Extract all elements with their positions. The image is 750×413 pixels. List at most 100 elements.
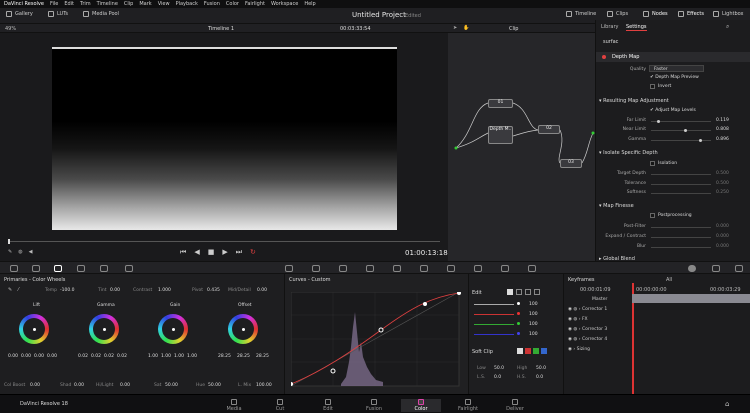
keyframe-filter-dropdown[interactable]: All — [666, 277, 672, 283]
gamma-puck[interactable] — [103, 328, 106, 331]
depth-map-header[interactable]: Depth Map — [596, 52, 750, 62]
clips-button[interactable]: Clips — [607, 11, 628, 17]
key-icon[interactable] — [474, 265, 482, 272]
menu-item[interactable]: Edit — [64, 1, 74, 7]
tint-value[interactable]: 0.00 — [110, 288, 120, 293]
menu-item[interactable]: Workspace — [271, 1, 298, 7]
eye-icon[interactable]: ◉ ◍ › — [568, 327, 582, 332]
enable-dot-icon[interactable] — [602, 55, 606, 59]
speaker-icon[interactable]: ◀ — [29, 249, 33, 255]
camera-raw-icon[interactable] — [32, 265, 40, 272]
curves-graph[interactable] — [291, 292, 461, 388]
lightbox-button[interactable]: Lightbox — [713, 11, 744, 17]
zoom-dropdown[interactable]: 49% — [5, 26, 16, 32]
color-picker-icon[interactable] — [10, 265, 18, 272]
lift-puck[interactable] — [33, 328, 36, 331]
eye-icon[interactable]: ◉ ◍ › — [568, 317, 582, 322]
softness-slider[interactable] — [651, 193, 711, 194]
curve-point[interactable] — [330, 368, 336, 374]
menu-item[interactable]: File — [50, 1, 58, 7]
lmix-value[interactable]: 100.00 — [256, 383, 272, 388]
home-icon[interactable]: ⌂ — [725, 400, 729, 408]
motion-effects-icon[interactable] — [125, 265, 133, 272]
qualifier-icon[interactable] — [339, 265, 347, 272]
eye-icon[interactable]: ◉ ◍ › — [568, 337, 582, 342]
section-finesse[interactable]: ▾ Map Finesse — [599, 203, 634, 209]
curves-icon[interactable] — [285, 265, 293, 272]
tolerance-slider[interactable] — [651, 184, 711, 185]
gamma-value[interactable]: 0.896 — [716, 137, 729, 142]
menu-item[interactable]: DaVinci Resolve — [4, 1, 44, 7]
video-frame[interactable] — [52, 47, 397, 230]
scopes-icon[interactable] — [712, 265, 720, 272]
node-graph[interactable]: ➤ ✋ 01 Depth M.. 02 03 — [448, 25, 595, 261]
timeline-button[interactable]: Timeline — [566, 11, 596, 17]
auto-balance-icon[interactable]: ⁄ — [18, 287, 19, 293]
far-limit-value[interactable]: 0.119 — [716, 118, 729, 123]
adjust-levels-checkbox[interactable]: ✔ Adjust Map Levels — [650, 108, 696, 113]
gallery-button[interactable]: Gallery — [6, 11, 33, 17]
hdr-icon[interactable] — [77, 265, 85, 272]
menu-item[interactable]: Timeline — [97, 1, 118, 7]
page-cut[interactable]: Cut — [260, 399, 300, 412]
keyframe-row[interactable]: ◉ ◍ › FX — [568, 314, 588, 324]
green-channel-toggle[interactable] — [525, 289, 531, 295]
node-01[interactable]: 01 — [488, 99, 513, 108]
effects-button[interactable]: Effects — [678, 11, 704, 17]
gain-puck[interactable] — [172, 328, 175, 331]
page-deliver[interactable]: Deliver — [495, 399, 535, 412]
keyframe-row[interactable]: ◉ ◍ › Corrector 3 — [568, 324, 607, 334]
gamma-slider[interactable] — [651, 140, 711, 141]
contrast-value[interactable]: 1.000 — [158, 288, 171, 293]
search-icon[interactable]: ⌕ — [726, 23, 729, 31]
menu-item[interactable]: Fusion — [204, 1, 220, 7]
isolation-checkbox[interactable] — [650, 161, 655, 166]
sat-value[interactable]: 50.00 — [165, 383, 178, 388]
hand-icon[interactable]: ✋ — [463, 25, 469, 31]
softclip-blue[interactable] — [541, 348, 547, 354]
skip-forward-icon[interactable]: ⏭ — [236, 248, 242, 257]
far-limit-slider[interactable] — [651, 121, 711, 122]
menu-item[interactable]: Trim — [80, 1, 91, 7]
master-track[interactable] — [632, 294, 750, 303]
keyframe-row[interactable]: Master — [568, 294, 607, 304]
loop-icon[interactable]: ↻ — [250, 248, 256, 257]
keyframe-row[interactable]: ◉ ◍ › Corrector 1 — [568, 304, 607, 314]
hue-value[interactable]: 50.00 — [208, 383, 221, 388]
eye-icon[interactable]: ◉ › — [568, 347, 577, 352]
depth-preview-checkbox[interactable]: ✔ Depth Map Preview — [650, 75, 699, 80]
tab-library[interactable]: Library — [601, 24, 618, 30]
info-icon[interactable] — [735, 265, 743, 272]
colboost-value[interactable]: 0.00 — [30, 383, 40, 388]
blur-slider[interactable] — [651, 247, 711, 248]
softclip-green[interactable] — [533, 348, 539, 354]
temp-value[interactable]: -100.0 — [60, 288, 75, 293]
search-input[interactable]: surfac — [603, 39, 618, 45]
stop-icon[interactable]: ■ — [208, 248, 215, 257]
node-02[interactable]: 02 — [538, 125, 560, 134]
section-isolate[interactable]: ▾ Isolate Specific Depth — [599, 150, 658, 156]
menu-item[interactable]: Mark — [139, 1, 151, 7]
middetail-value[interactable]: 0.00 — [257, 288, 267, 293]
near-limit-value[interactable]: 0.808 — [716, 127, 729, 132]
node-depth-map[interactable]: Depth M.. — [488, 126, 513, 144]
menu-item[interactable]: Help — [304, 1, 315, 7]
far-limit-knob[interactable] — [657, 120, 660, 123]
picker-icon[interactable]: ✎ — [8, 287, 12, 293]
section-resulting[interactable]: ▾ Resulting Map Adjustment — [599, 98, 669, 104]
eye-icon[interactable]: ◉ ◍ › — [568, 307, 582, 312]
menu-item[interactable]: Clip — [124, 1, 133, 7]
nodes-button[interactable]: Nodes — [643, 11, 668, 17]
3d-icon[interactable] — [528, 265, 536, 272]
node-03[interactable]: 03 — [560, 159, 582, 168]
step-back-icon[interactable]: ◀ — [194, 248, 199, 257]
scrubber-bar[interactable] — [8, 241, 440, 242]
page-fairlight[interactable]: Fairlight — [448, 399, 488, 412]
page-media[interactable]: Media — [214, 399, 254, 412]
blue-channel-toggle[interactable] — [534, 289, 540, 295]
quality-dropdown[interactable]: Faster — [649, 65, 704, 72]
expand-slider[interactable] — [651, 237, 711, 238]
luts-button[interactable]: LUTs — [48, 11, 68, 17]
rgb-mixer-icon[interactable] — [100, 265, 108, 272]
invert-checkbox[interactable] — [650, 84, 655, 89]
